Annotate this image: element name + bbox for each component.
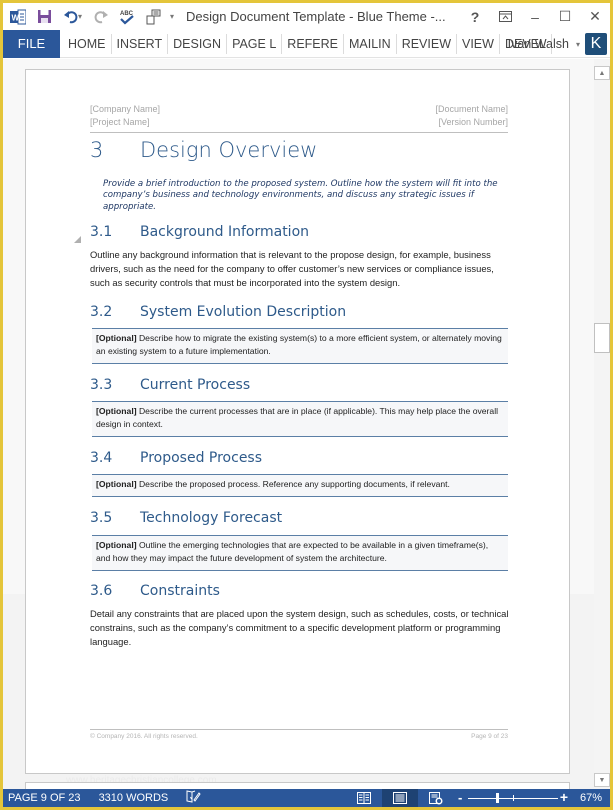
save-icon[interactable] — [33, 6, 55, 28]
new-comment-icon[interactable] — [142, 6, 164, 28]
page-count[interactable]: PAGE 9 OF 23 — [3, 792, 86, 804]
redo-icon[interactable] — [90, 6, 112, 28]
user-name: Ivan Walsh — [507, 37, 569, 51]
svg-text:W: W — [12, 13, 20, 22]
scroll-down-arrow[interactable]: ▼ — [594, 773, 610, 787]
tab-page-layout[interactable]: PAGE L — [227, 33, 283, 54]
vertical-scrollbar[interactable]: ▲ ▼ — [594, 59, 610, 789]
heading-1: 3 Design Overview — [90, 138, 317, 162]
heading-3-2: 3.2 System Evolution Description — [90, 304, 347, 320]
avatar[interactable]: K — [585, 33, 607, 55]
minimize-button[interactable]: – — [520, 3, 550, 30]
zoom-slider[interactable]: - + — [458, 789, 568, 807]
tab-design[interactable]: DESIGN — [168, 33, 228, 54]
title-bar: W ▾ ABC ▾ Design Document Template - Blu… — [3, 3, 610, 30]
chevron-down-icon: ▾ — [575, 39, 580, 49]
spelling-icon[interactable]: ABC — [116, 6, 138, 28]
view-controls: - + 67% — [346, 789, 610, 807]
customize-toolbar-icon[interactable]: ▾ — [170, 12, 178, 21]
tab-references[interactable]: REFERE — [282, 33, 344, 54]
intro-paragraph: Provide a brief introduction to the prop… — [103, 179, 498, 212]
heading-number: 3 — [90, 138, 104, 162]
help-button[interactable]: ? — [460, 3, 490, 30]
heading-3-6: 3.6 Constraints — [90, 583, 220, 599]
optional-box-3-5: [Optional] Outline the emerging technolo… — [92, 535, 508, 571]
next-page[interactable] — [25, 782, 570, 789]
footer-copyright: © Company 2016. All rights reserved. — [90, 733, 198, 740]
tab-mailings[interactable]: MAILIN — [344, 33, 397, 54]
window-title: Design Document Template - Blue Theme -.… — [186, 9, 446, 24]
tab-home[interactable]: HOME — [63, 33, 112, 54]
zoom-out-button[interactable]: - — [458, 790, 462, 805]
zoom-slider-thumb[interactable] — [495, 793, 499, 803]
print-layout-icon[interactable] — [382, 789, 418, 807]
heading-title: Design Overview — [140, 138, 318, 162]
scrollbar-thumb[interactable] — [594, 323, 610, 353]
optional-box-3-3: [Optional] Describe the current processe… — [92, 401, 508, 437]
word-icon[interactable]: W — [7, 6, 29, 28]
tab-file[interactable]: FILE — [3, 29, 60, 58]
collapse-heading-icon[interactable] — [74, 236, 81, 243]
tab-view[interactable]: VIEW — [457, 33, 500, 54]
ribbon-display-options-button[interactable] — [490, 3, 520, 30]
page-header: [Company Name] [Document Name] [Project … — [90, 103, 508, 133]
optional-box-3-4: [Optional] Describe the proposed process… — [92, 474, 508, 497]
document-name-field: [Document Name] — [435, 104, 508, 114]
word-count[interactable]: 3310 WORDS — [94, 792, 174, 804]
paragraph-3-1: Outline any background information that … — [90, 249, 494, 289]
tab-insert[interactable]: INSERT — [112, 33, 169, 54]
status-bar: PAGE 9 OF 23 3310 WORDS - + 67% — [3, 789, 610, 807]
version-number-field: [Version Number] — [438, 117, 508, 127]
project-name-field: [Project Name] — [90, 117, 150, 127]
read-mode-icon[interactable] — [346, 789, 382, 807]
close-button[interactable]: ✕ — [580, 3, 610, 30]
page-footer: © Company 2016. All rights reserved. Pag… — [90, 729, 508, 740]
web-layout-icon[interactable] — [418, 789, 454, 807]
optional-box-3-2: [Optional] Describe how to migrate the e… — [92, 328, 508, 364]
heading-3-5: 3.5 Technology Forecast — [90, 510, 283, 526]
proofing-icon[interactable] — [181, 790, 206, 806]
heading-3-3: 3.3 Current Process — [90, 377, 251, 393]
user-account[interactable]: Ivan Walsh ▾ — [508, 30, 580, 58]
company-name-field: [Company Name] — [90, 104, 161, 114]
heading-3-1: 3.1 Background Information — [90, 224, 310, 240]
word-window: W ▾ ABC ▾ Design Document Template - Blu… — [3, 3, 610, 807]
zoom-level[interactable]: 67% — [572, 792, 610, 804]
tab-review[interactable]: REVIEW — [397, 33, 457, 54]
footer-page-number: Page 9 of 23 — [471, 733, 508, 740]
scroll-up-arrow[interactable]: ▲ — [594, 66, 610, 80]
window-controls: ? – ☐ ✕ — [460, 3, 610, 30]
paragraph-3-6: Detail any constraints that are placed u… — [90, 608, 509, 648]
zoom-in-button[interactable]: + — [560, 789, 568, 805]
undo-dropdown-icon[interactable]: ▾ — [78, 12, 86, 21]
document-page[interactable]: [Company Name] [Document Name] [Project … — [25, 69, 570, 786]
document-area: [Company Name] [Document Name] [Project … — [3, 59, 594, 789]
quick-access-toolbar: W ▾ ABC ▾ — [3, 3, 178, 30]
heading-3-4: 3.4 Proposed Process — [90, 450, 263, 466]
maximize-button[interactable]: ☐ — [550, 3, 580, 30]
ribbon-tabs: FILE HOME INSERT DESIGN PAGE L REFERE MA… — [3, 29, 610, 58]
